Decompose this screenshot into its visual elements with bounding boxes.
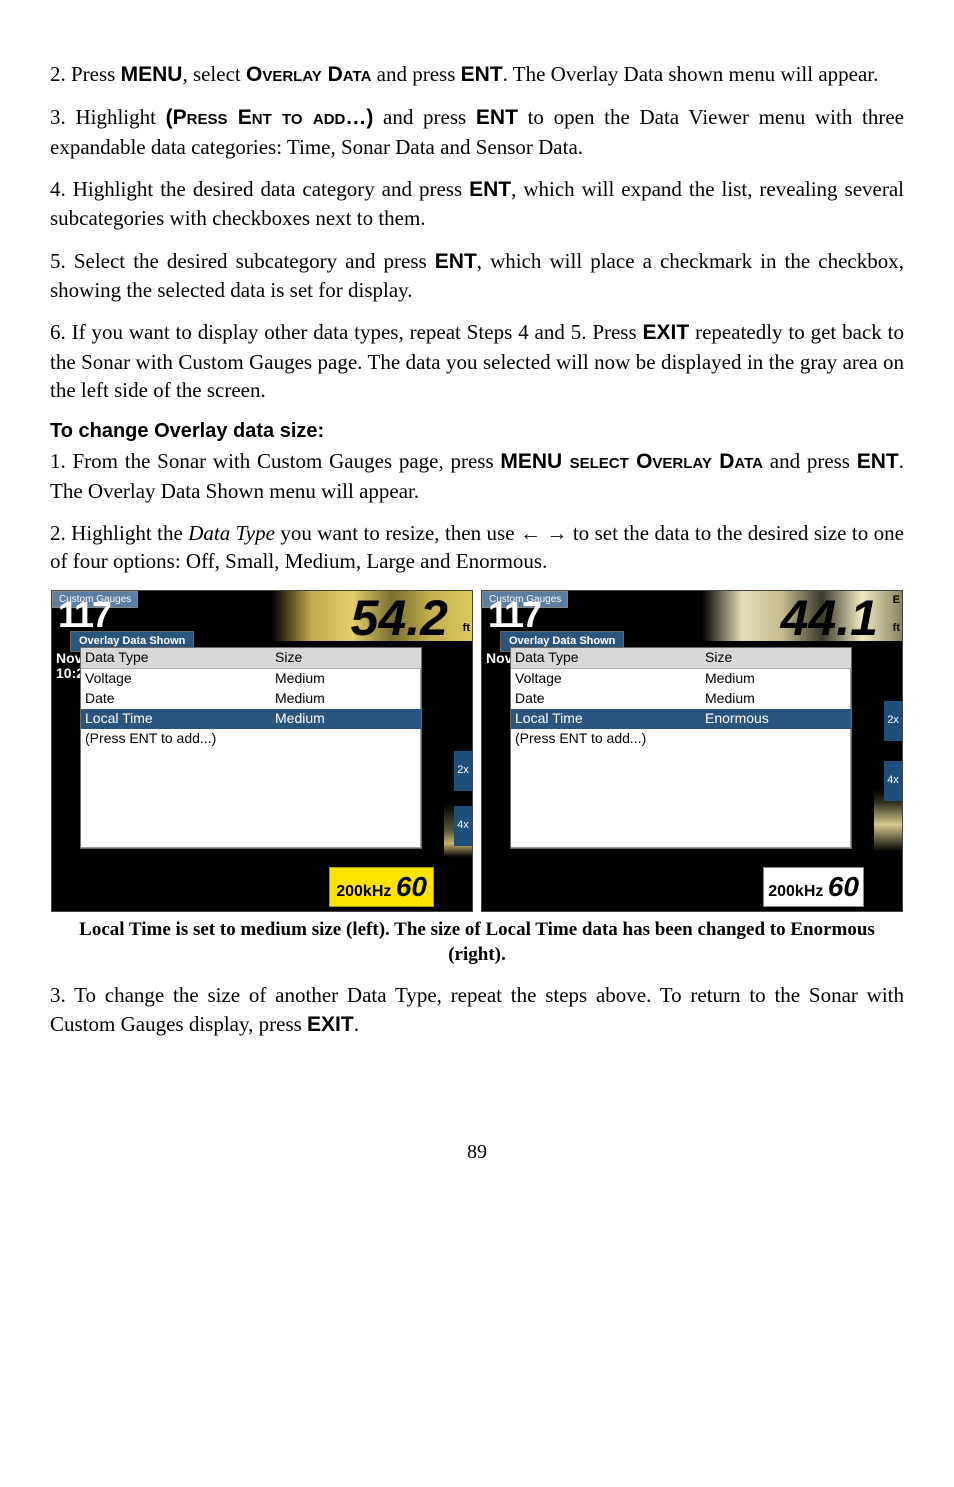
menu-row-selected[interactable]: Local Time Enormous xyxy=(511,709,851,729)
paragraph-7: 1. From the Sonar with Custom Gauges pag… xyxy=(50,447,904,505)
menu-header-row: Data Type Size xyxy=(81,648,421,669)
paragraph-8: 2. Highlight the Data Type you want to r… xyxy=(50,519,904,576)
sonar-background: 54.2 xyxy=(272,591,472,641)
page-number: 89 xyxy=(50,1139,904,1166)
menu-key: MENU xyxy=(500,450,562,473)
menu-row-add[interactable]: (Press ENT to add...) xyxy=(511,729,851,749)
text: and press xyxy=(371,62,460,86)
figure-caption: Local Time is set to medium size (left).… xyxy=(70,918,884,967)
exit-key: EXIT xyxy=(307,1013,354,1036)
ent-key: ENT xyxy=(461,63,503,86)
screenshot-right: 44.1 ft E Custom Gauges 117 Nov Overlay … xyxy=(481,590,903,912)
text: . The Overlay Data shown menu will appea… xyxy=(503,62,879,86)
paragraph-9: 3. To change the size of another Data Ty… xyxy=(50,981,904,1039)
zoom-4x[interactable]: 4x xyxy=(454,806,472,846)
text: 2. Highlight the xyxy=(50,521,188,545)
text: . xyxy=(354,1012,359,1036)
menu-row[interactable]: Voltage Medium xyxy=(511,669,851,689)
data-type-label: Data Type xyxy=(188,521,275,545)
zoom-2x[interactable]: 2x xyxy=(454,751,472,791)
paragraph-3: 3. Highlight (Press Ent to add…) and pre… xyxy=(50,103,904,161)
text: , select xyxy=(182,62,246,86)
paragraph-6: 6. If you want to display other data typ… xyxy=(50,318,904,404)
overlay-menu: Data Type Size Voltage Medium Date Mediu… xyxy=(80,647,422,849)
ent-key: ENT xyxy=(469,178,511,201)
text: 3. To change the size of another Data Ty… xyxy=(50,983,904,1035)
feet-label: ft xyxy=(463,621,470,636)
sonar-background: 44.1 xyxy=(702,591,902,641)
text: 6. If you want to display other data typ… xyxy=(50,320,643,344)
select-overlay: select Over xyxy=(562,450,683,473)
gauge-readout: 117 xyxy=(58,597,110,633)
exit-key: EXIT xyxy=(643,321,690,344)
e-badge: E xyxy=(893,593,900,608)
menu-row[interactable]: Date Medium xyxy=(511,689,851,709)
sonar-depth: 44.1 xyxy=(781,590,878,653)
ent-key: ENT xyxy=(857,450,899,473)
menu-key: MENU xyxy=(121,63,183,86)
text: 2. Press xyxy=(50,62,121,86)
text: 4. Highlight the desired data category a… xyxy=(50,177,469,201)
text: 1. From the Sonar with Custom Gauges pag… xyxy=(50,449,500,473)
frequency-indicator: 200kHz 60 xyxy=(763,867,864,907)
select-overlay-2: lay Data xyxy=(683,450,763,473)
menu-row[interactable]: Voltage Medium xyxy=(81,669,421,689)
zoom-4x[interactable]: 4x xyxy=(884,761,902,801)
screenshot-left: 54.2 ft Custom Gauges 117 Nov10:2 Overla… xyxy=(51,590,473,912)
header-data-type: Data Type xyxy=(81,648,275,667)
overlay-data-label: Overlay Data xyxy=(246,63,371,86)
menu-row-add[interactable]: (Press ENT to add...) xyxy=(81,729,421,749)
ent-key: ENT xyxy=(435,250,477,273)
screenshots-row: 54.2 ft Custom Gauges 117 Nov10:2 Overla… xyxy=(50,590,904,912)
header-size: Size xyxy=(705,648,851,667)
text: 3. Highlight xyxy=(50,105,166,129)
gauge-readout: 117 xyxy=(488,597,540,633)
paragraph-2: 2. Press MENU, select Overlay Data and p… xyxy=(50,60,904,89)
menu-header-row: Data Type Size xyxy=(511,648,851,669)
paragraph-5: 5. Select the desired subcategory and pr… xyxy=(50,247,904,305)
zoom-2x[interactable]: 2x xyxy=(884,701,902,741)
sonar-depth: 54.2 xyxy=(351,590,448,653)
header-size: Size xyxy=(275,648,421,667)
ent-key: ENT xyxy=(476,106,518,129)
frequency-indicator: 200kHz 60 xyxy=(329,867,434,907)
side-date: Nov xyxy=(486,651,512,666)
text: and press xyxy=(763,449,857,473)
paragraph-4: 4. Highlight the desired data category a… xyxy=(50,175,904,233)
header-data-type: Data Type xyxy=(511,648,705,667)
heading-change-overlay-size: To change Overlay data size: xyxy=(50,418,904,445)
feet-label: ft xyxy=(893,621,900,636)
menu-row[interactable]: Date Medium xyxy=(81,689,421,709)
text: 5. Select the desired subcategory and pr… xyxy=(50,249,435,273)
press-ent-label: (Press Ent to add…) xyxy=(166,106,374,129)
text: and press xyxy=(373,105,476,129)
menu-row-selected[interactable]: Local Time Medium xyxy=(81,709,421,729)
overlay-menu: Data Type Size Voltage Medium Date Mediu… xyxy=(510,647,852,849)
